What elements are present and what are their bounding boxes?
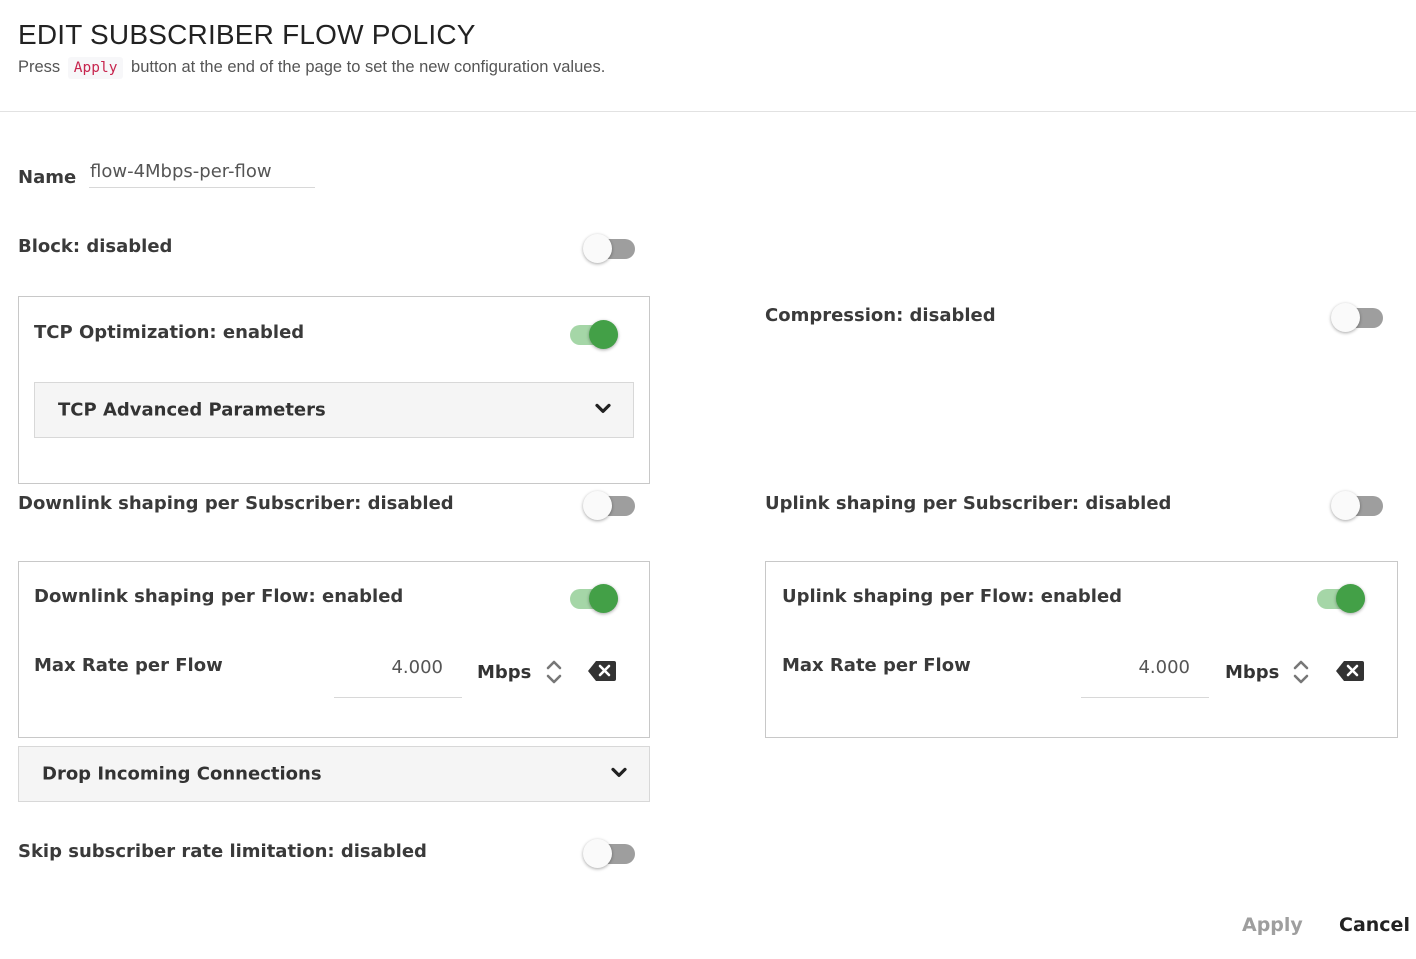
- page-title: EDIT SUBSCRIBER FLOW POLICY: [18, 19, 476, 50]
- drop-incoming-connections-accordion[interactable]: Drop Incoming Connections: [18, 746, 650, 802]
- downlink-rate-label: Max Rate per Flow: [34, 655, 223, 676]
- toggle-knob: [1336, 584, 1365, 613]
- toggle-knob: [583, 839, 612, 868]
- tcp-optimization-label: TCP Optimization: enabled: [34, 322, 305, 343]
- apply-code-hint: Apply: [67, 57, 124, 79]
- header-divider: [0, 111, 1416, 112]
- backspace-x-icon[interactable]: [1335, 660, 1365, 682]
- toggle-knob: [589, 584, 618, 613]
- uplink-subscriber-toggle[interactable]: [1331, 490, 1387, 520]
- uplink-subscriber-label: Uplink shaping per Subscriber: disabled: [765, 493, 1172, 514]
- backspace-x-icon[interactable]: [587, 660, 617, 682]
- uplink-flow-toggle[interactable]: [1313, 583, 1369, 613]
- downlink-flow-label: Downlink shaping per Flow: enabled: [34, 586, 404, 607]
- chevron-down-icon: [595, 403, 611, 413]
- drop-incoming-connections-title: Drop Incoming Connections: [42, 763, 322, 785]
- chevron-down-icon: [611, 767, 627, 778]
- toggle-knob: [583, 491, 612, 520]
- downlink-rate-input[interactable]: [334, 654, 462, 698]
- tcp-advanced-parameters-accordion[interactable]: TCP Advanced Parameters: [34, 382, 634, 438]
- page-subtitle: Press Apply button at the end of the pag…: [18, 57, 606, 79]
- toggle-knob: [1331, 303, 1360, 332]
- cancel-button[interactable]: Cancel: [1339, 914, 1410, 936]
- uplink-rate-input[interactable]: [1081, 654, 1209, 698]
- downlink-subscriber-toggle[interactable]: [583, 490, 639, 520]
- subtitle-post: button at the end of the page to set the…: [131, 58, 606, 76]
- block-label: Block: disabled: [18, 236, 173, 257]
- block-toggle[interactable]: [583, 233, 639, 263]
- apply-button[interactable]: Apply: [1242, 914, 1303, 936]
- downlink-subscriber-label: Downlink shaping per Subscriber: disable…: [18, 493, 454, 514]
- toggle-knob: [583, 234, 612, 263]
- tcp-optimization-toggle[interactable]: [566, 319, 622, 349]
- up-down-chevron-icon[interactable]: [545, 658, 563, 686]
- uplink-rate-label: Max Rate per Flow: [782, 655, 971, 676]
- skip-rate-limit-label: Skip subscriber rate limitation: disable…: [18, 841, 427, 862]
- compression-label: Compression: disabled: [765, 305, 996, 326]
- uplink-rate-unit: Mbps: [1225, 662, 1280, 683]
- downlink-flow-toggle[interactable]: [566, 583, 622, 613]
- compression-toggle[interactable]: [1331, 302, 1387, 332]
- uplink-flow-label: Uplink shaping per Flow: enabled: [782, 586, 1123, 607]
- toggle-knob: [589, 320, 618, 349]
- name-label: Name: [18, 167, 77, 188]
- toggle-knob: [1331, 491, 1360, 520]
- downlink-rate-unit: Mbps: [477, 662, 532, 683]
- subtitle-pre: Press: [18, 58, 61, 76]
- skip-rate-limit-toggle[interactable]: [583, 838, 639, 868]
- tcp-advanced-parameters-title: TCP Advanced Parameters: [58, 399, 326, 421]
- up-down-chevron-icon[interactable]: [1292, 658, 1310, 686]
- name-input[interactable]: [89, 160, 315, 188]
